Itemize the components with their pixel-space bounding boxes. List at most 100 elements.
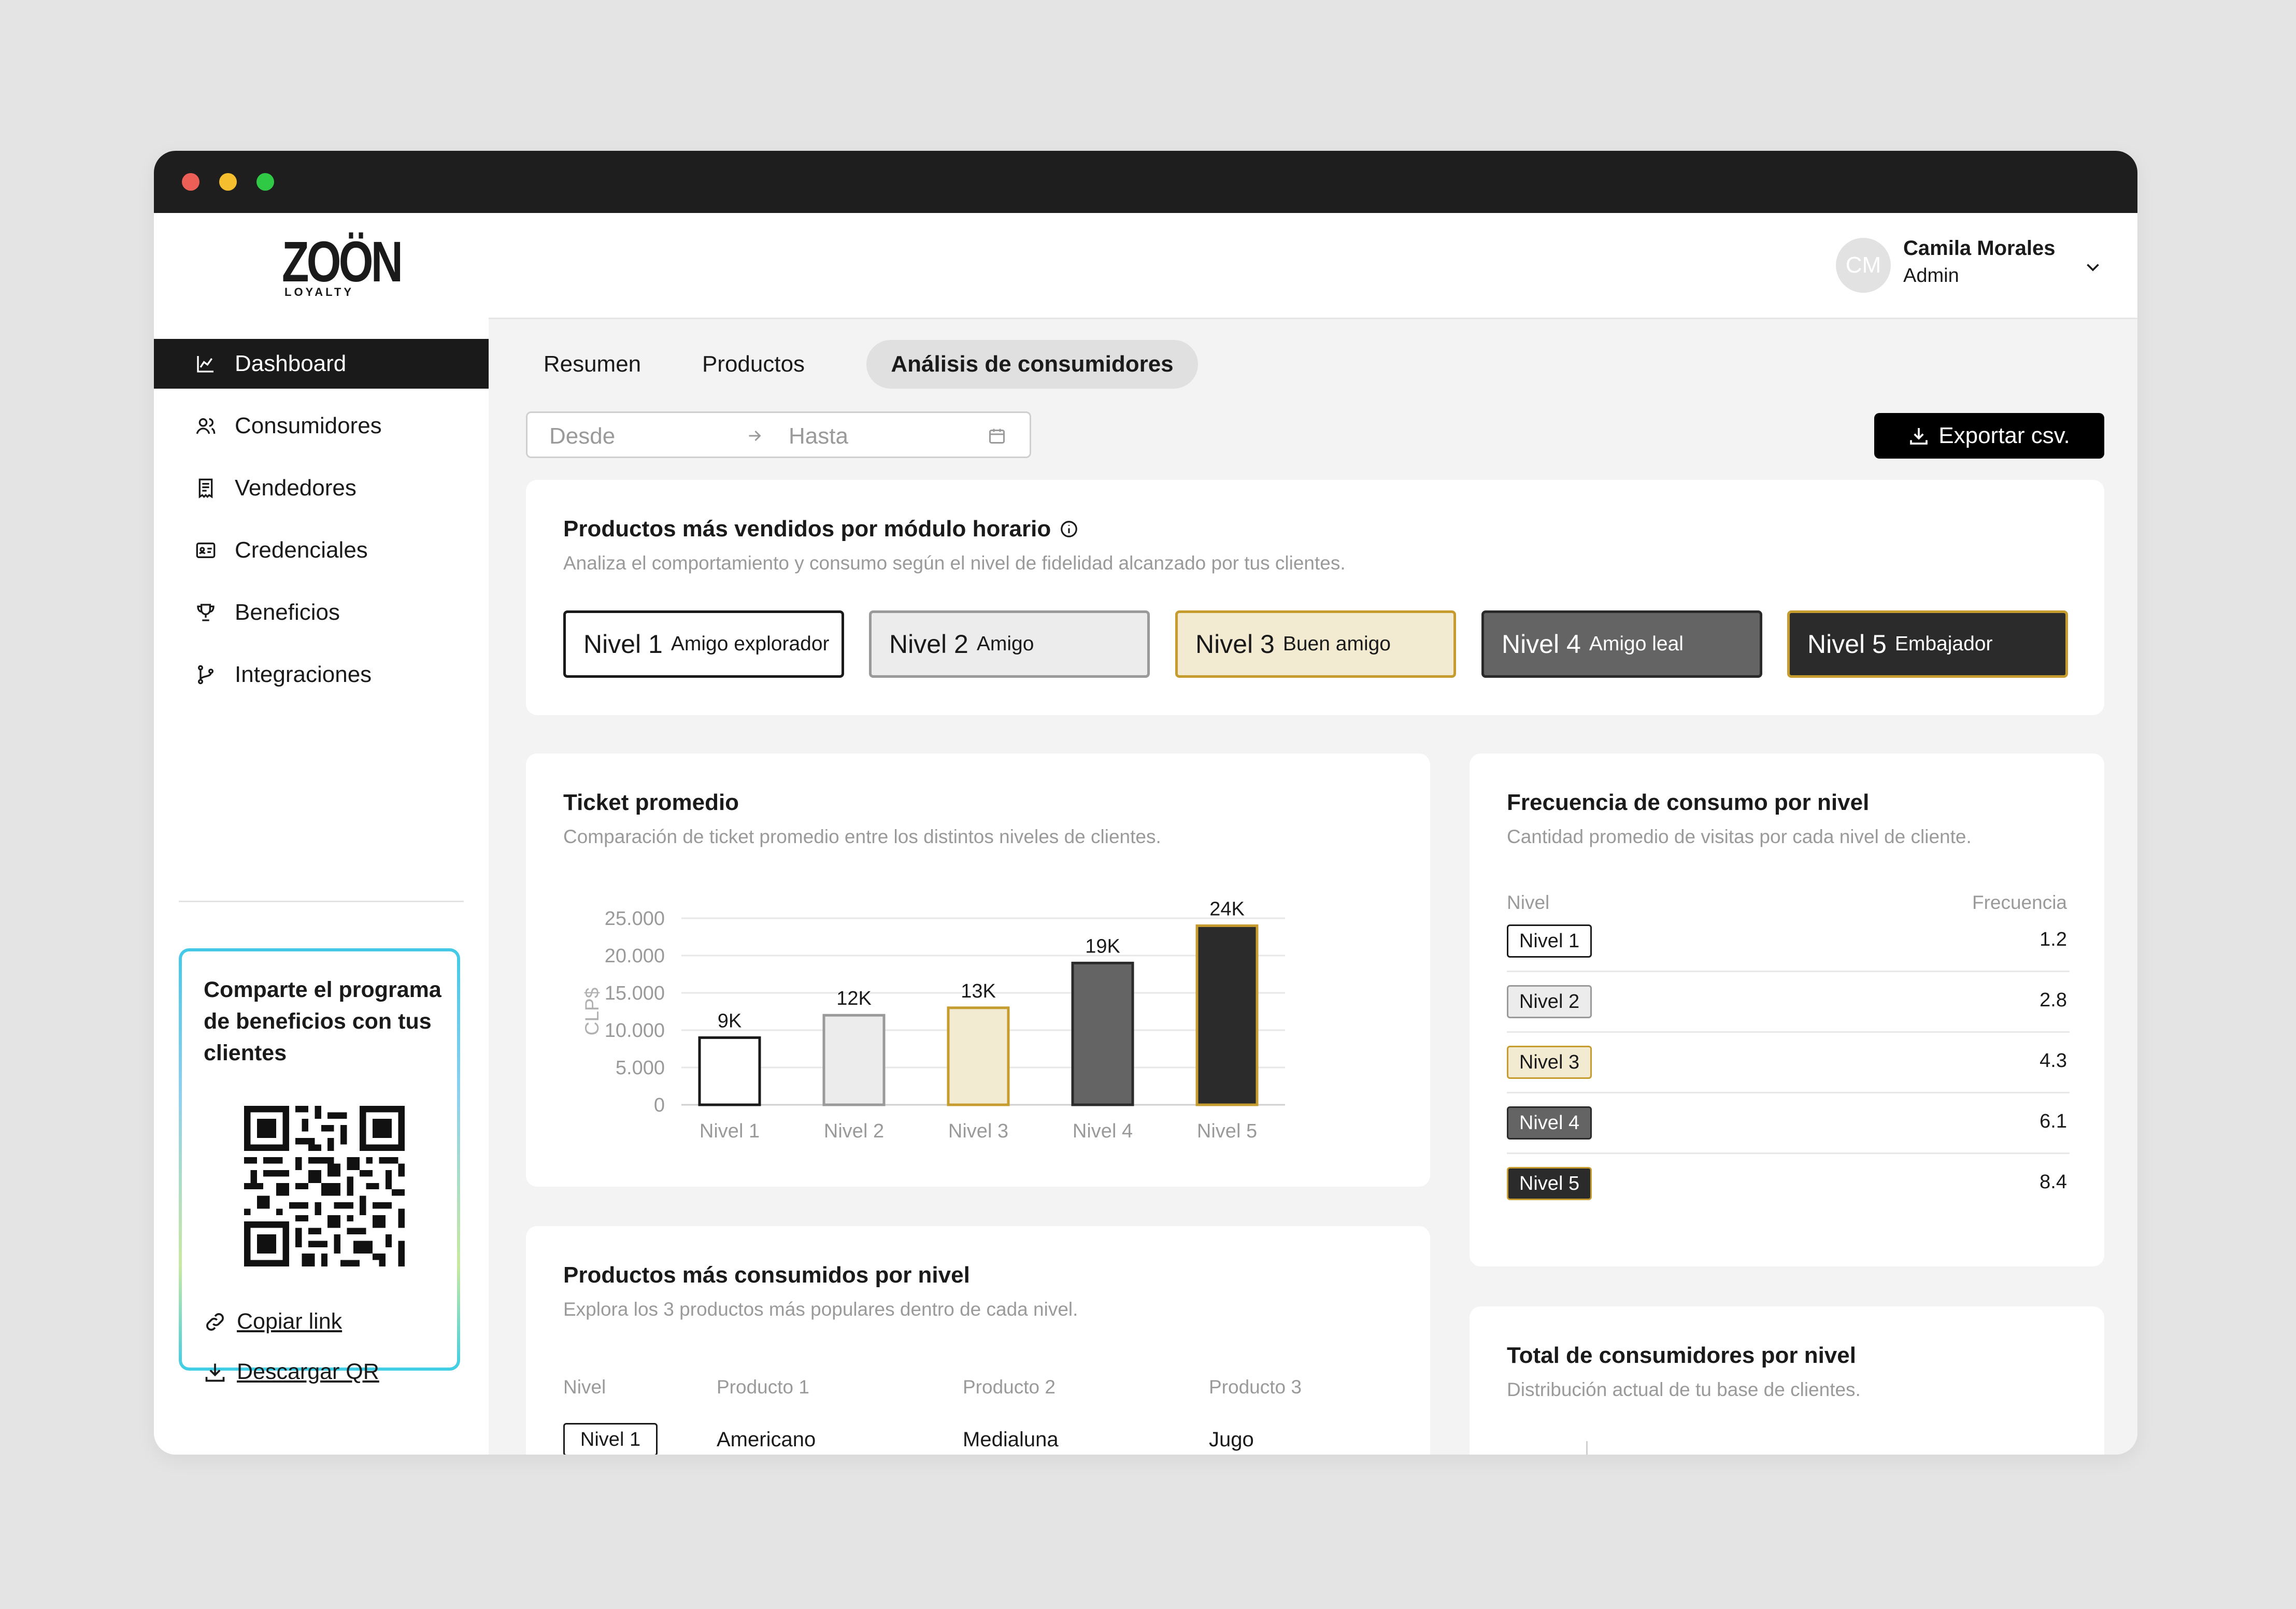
brand-tagline: LOYALTY — [284, 286, 354, 298]
sidebar-item-label: Credenciales — [235, 537, 368, 563]
y-axis-label: CLP$ — [581, 988, 603, 1036]
row-divider — [1507, 1152, 2070, 1154]
sidebar-divider — [179, 901, 464, 902]
ticket-card: Ticket promedio Comparación de ticket pr… — [526, 753, 1430, 1187]
level-chip-desc: Amigo leal — [1589, 633, 1684, 655]
sidebar-item-label: Integraciones — [235, 662, 372, 687]
download-icon — [205, 1363, 225, 1382]
totals-card-title: Total de consumidores por nivel — [1507, 1343, 1856, 1368]
close-window-button[interactable] — [182, 173, 199, 191]
col-header-product-3: Producto 3 — [1209, 1376, 1302, 1398]
bar-data-label: 24K — [1209, 898, 1245, 920]
bar-data-label: 19K — [1085, 935, 1120, 957]
frequency-card-title: Frecuencia de consumo por nivel — [1507, 790, 1870, 815]
col-header-frequency: Frecuencia — [1972, 892, 2067, 913]
level-badge: Nivel 3 — [1507, 1046, 1592, 1079]
product-cell: Jugo — [1209, 1428, 1254, 1451]
levels-card-title: Productos más vendidos por módulo horari… — [563, 516, 1051, 542]
products-card-title: Productos más consumidos por nivel — [563, 1262, 970, 1288]
share-title: Comparte el programa de beneficios con t… — [204, 977, 441, 1065]
chevron-down-icon[interactable] — [2084, 258, 2102, 276]
products-card: Productos más consumidos por nivel Explo… — [526, 1226, 1430, 1455]
x-tick-label: Nivel 3 — [948, 1120, 1008, 1142]
brand-name: ZOÖN — [282, 230, 403, 294]
avatar[interactable]: CM — [1836, 238, 1891, 293]
row-divider — [1507, 1092, 2070, 1093]
link-icon — [206, 1313, 224, 1331]
level-chip-1[interactable]: Nivel 1 Amigo explorador — [563, 610, 844, 678]
sidebar-item-integraciones[interactable]: Integraciones — [154, 650, 489, 700]
level-chip-name: Nivel 2 — [889, 630, 968, 659]
products-card-subtitle: Explora los 3 productos más populares de… — [563, 1299, 1078, 1320]
maximize-window-button[interactable] — [256, 173, 274, 191]
git-branch-icon — [194, 663, 217, 686]
x-tick-label: Nivel 2 — [824, 1120, 884, 1142]
level-chip-desc: Amigo explorador — [671, 633, 830, 655]
sidebar: ZOÖN LOYALTY Dashboard Consumidores Vend… — [154, 213, 490, 1455]
bar — [947, 1006, 1010, 1106]
y-tick-label: 5.000 — [616, 1057, 665, 1079]
main-content: Resumen Productos Análisis de consumidor… — [489, 319, 2137, 1455]
share-program-card: Comparte el programa de beneficios con t… — [179, 948, 460, 1384]
bar-data-label: 9K — [718, 1010, 741, 1032]
level-chip-desc: Amigo — [976, 633, 1034, 655]
date-from-input[interactable]: Desde — [549, 423, 615, 449]
sidebar-item-credenciales[interactable]: Credenciales — [154, 525, 489, 575]
level-badge: Nivel 1 — [1507, 924, 1592, 958]
card-title: Productos más vendidos por módulo horari… — [563, 516, 1079, 542]
level-chip-3[interactable]: Nivel 3 Buen amigo — [1175, 610, 1456, 678]
date-to-input[interactable]: Hasta — [789, 423, 848, 449]
row-divider — [1507, 1031, 2070, 1033]
frequency-card: Frecuencia de consumo por nivel Cantidad… — [1470, 753, 2104, 1266]
level-chip-name: Nivel 3 — [1195, 630, 1275, 659]
levels-card: Productos más vendidos por módulo horari… — [526, 480, 2104, 715]
bar — [1071, 961, 1134, 1106]
sidebar-item-dashboard[interactable]: Dashboard — [154, 339, 489, 389]
top-bar: CM Camila Morales Admin — [489, 213, 2137, 319]
level-chip-4[interactable]: Nivel 4 Amigo leal — [1481, 610, 1762, 678]
ticket-bar-chart: 0 5.000 10.000 15.000 20.000 25.000 CLP$ 9K Nive… — [581, 898, 1285, 1142]
level-chip-desc: Embajador — [1894, 633, 1993, 655]
y-tick-label: 15.000 — [605, 983, 665, 1004]
level-chip-2[interactable]: Nivel 2 Amigo — [869, 610, 1150, 678]
date-range-picker[interactable]: Desde Hasta — [526, 411, 1031, 458]
level-chip-5[interactable]: Nivel 5 Embajador — [1787, 610, 2068, 678]
x-tick-label: Nivel 1 — [700, 1120, 760, 1142]
export-csv-button[interactable]: Exportar csv. — [1874, 413, 2104, 459]
arrow-right-icon — [749, 430, 761, 442]
tab-resumen[interactable]: Resumen — [526, 340, 659, 389]
bar-data-label: 13K — [961, 980, 996, 1002]
tab-analisis-consumidores[interactable]: Análisis de consumidores — [866, 340, 1198, 389]
qr-code-icon — [244, 1106, 405, 1266]
app-window: ZOÖN LOYALTY Dashboard Consumidores Vend… — [154, 151, 2137, 1455]
info-icon[interactable] — [1059, 519, 1079, 539]
sidebar-item-label: Dashboard — [235, 351, 347, 376]
col-header-product-2: Producto 2 — [963, 1376, 1056, 1398]
brand-logo: ZOÖN LOYALTY — [282, 230, 403, 301]
user-name: Camila Morales — [1903, 237, 2056, 260]
user-role: Admin — [1903, 265, 1959, 287]
window-titlebar — [154, 151, 2137, 213]
trophy-icon — [194, 601, 217, 624]
sidebar-item-label: Vendedores — [235, 475, 356, 501]
bar — [822, 1014, 886, 1106]
minimize-window-button[interactable] — [219, 173, 237, 191]
calendar-icon[interactable] — [988, 426, 1006, 445]
product-cell: Americano — [717, 1428, 816, 1451]
copy-link-label: Copiar link — [237, 1309, 343, 1334]
tab-productos[interactable]: Productos — [683, 340, 823, 389]
y-tick-label: 25.000 — [605, 908, 665, 930]
sidebar-item-vendedores[interactable]: Vendedores — [154, 463, 489, 513]
level-badge: Nivel 5 — [1507, 1167, 1592, 1200]
frequency-value: 2.8 — [2040, 989, 2067, 1011]
sidebar-item-consumidores[interactable]: Consumidores — [154, 401, 489, 451]
level-badge: Nivel 1 — [563, 1423, 658, 1455]
frequency-card-subtitle: Cantidad promedio de visitas por cada ni… — [1507, 826, 1972, 847]
download-qr-button[interactable]: Descargar QR — [204, 1359, 379, 1385]
copy-link-button[interactable]: Copiar link — [204, 1309, 342, 1334]
chart-line-icon — [194, 352, 217, 375]
bar-data-label: 12K — [836, 988, 872, 1009]
sidebar-item-beneficios[interactable]: Beneficios — [154, 588, 489, 637]
download-qr-label: Descargar QR — [237, 1359, 379, 1384]
col-header-level: Nivel — [563, 1376, 606, 1398]
